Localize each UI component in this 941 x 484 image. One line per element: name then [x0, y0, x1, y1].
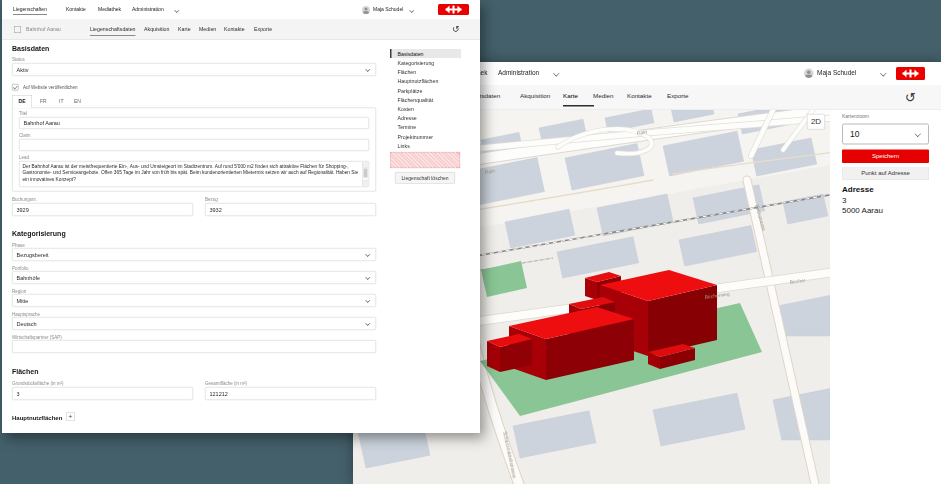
phase-select[interactable]: Bezugsbereit [12, 248, 376, 261]
section-heading-kategorisierung: Kategorisierung [12, 229, 66, 237]
textarea-scrollbar[interactable] [362, 162, 369, 187]
user-menu[interactable]: Maja Schudel [373, 6, 403, 12]
nav-administration[interactable]: Administration [132, 6, 164, 12]
adresse-line1: 3 [842, 196, 846, 205]
gesamtflaeche-label: Gesamtfläche (in m²) [205, 381, 247, 386]
chevron-down-icon [174, 8, 179, 13]
tab-medien[interactable]: Medien [199, 26, 216, 32]
kartenzoom-select[interactable]: 10 [842, 124, 929, 145]
liegenschaft-loeschen-button[interactable]: Liegenschaft löschen [395, 172, 455, 184]
menu-item-kategorisierung[interactable]: Kategorisierung [390, 58, 461, 67]
section-heading-basisdaten: Basisdaten [12, 44, 49, 52]
status-label: Status [12, 57, 25, 62]
nav-kontakte[interactable]: Kontakte [66, 6, 86, 12]
history-icon[interactable]: ↺ [452, 23, 460, 34]
phase-value: Bezugsbereit [17, 252, 49, 258]
lead-label: Lead [19, 155, 29, 160]
lang-tab-en[interactable]: EN [74, 98, 81, 104]
claim-label: Claim [19, 133, 31, 138]
menu-item-links[interactable]: Links [390, 141, 461, 150]
website-checkbox-label: Auf Website veröffentlichen [23, 85, 78, 90]
lead-text: Der Bahnhof Aarau ist der meistfrequenti… [23, 164, 361, 183]
liegenschaft-form-window: Liegenschaften Kontakte Mediathek Admini… [2, 0, 480, 433]
chevron-down-icon [915, 131, 921, 137]
entity-label: Bahnhof Aarau [26, 26, 61, 32]
lang-tab-it[interactable]: IT [59, 98, 63, 104]
punkt-auf-adresse-button[interactable]: Punkt auf Adresse [842, 167, 929, 181]
tab-karte[interactable]: Karte [178, 26, 191, 32]
grundstuecksflaeche-input[interactable] [12, 387, 193, 400]
form-tab-bar: Bahnhof Aarau Liegenschaftsdaten Akquisi… [2, 19, 480, 40]
hauptsprache-value: Deutsch [17, 321, 37, 327]
hauptnutzflaechen-label: Hauptnutzflächen [12, 414, 62, 421]
add-hauptnutzflaeche-button[interactable]: + [66, 412, 75, 421]
tab-liegenschaftsdaten[interactable]: Liegenschaftsdaten [90, 26, 136, 36]
menu-item-hauptnutzflaechen[interactable]: Hauptnutzflächen [390, 77, 461, 86]
menu-item-termine[interactable]: Termine [390, 123, 461, 132]
tab-medien[interactable]: Medien [593, 93, 614, 100]
nav-administration[interactable]: Administration [498, 69, 539, 77]
user-avatar [362, 6, 370, 14]
tab-exporte[interactable]: Exporte [254, 26, 272, 32]
hauptsprache-select[interactable]: Deutsch [12, 317, 376, 330]
history-icon[interactable]: ↺ [905, 90, 916, 106]
tab-exporte[interactable]: Exporte [667, 93, 689, 100]
menu-item-adresse[interactable]: Adresse [390, 113, 461, 122]
wirtschaftspartner-input[interactable] [12, 340, 376, 353]
tab-kontakte[interactable]: Kontakte [224, 26, 245, 32]
user-avatar [804, 69, 814, 79]
lang-tab-de[interactable]: DE [12, 95, 32, 108]
lead-textarea[interactable]: Der Bahnhof Aarau ist der meistfrequenti… [19, 161, 369, 187]
kartenzoom-label: Kartenzoom [842, 114, 869, 120]
menu-item-projektnummer[interactable]: Projektnummer [390, 132, 461, 141]
menu-item-basisdaten[interactable]: Basisdaten [390, 49, 461, 58]
tab-akquisition[interactable]: Akquisition [520, 93, 550, 100]
building-icon [14, 26, 21, 33]
sbb-logo [896, 67, 925, 80]
menu-item-kosten[interactable]: Kosten [390, 104, 461, 113]
chevron-down-icon [553, 70, 559, 76]
region-value: Mitte [17, 298, 29, 304]
section-heading-flaechen: Flächen [12, 367, 38, 375]
active-tab-underline [563, 105, 594, 107]
nav-liegenschaften[interactable]: Liegenschaften [13, 6, 47, 15]
sbb-logo [438, 4, 469, 15]
gesamtflaeche-input[interactable] [205, 387, 376, 400]
kartenzoom-value: 10 [850, 130, 859, 140]
website-checkbox[interactable] [12, 84, 19, 91]
speichern-button[interactable]: Speichern [842, 150, 929, 164]
adresse-line2: 5000 Aarau [842, 206, 883, 215]
buchungsnr-label: Buchungsnr. [12, 197, 37, 202]
map-2d-button[interactable]: 2D [807, 114, 825, 130]
menu-item-flaechen[interactable]: Flächen [390, 67, 461, 76]
nav-mediathek[interactable]: Mediathek [98, 6, 121, 12]
menu-item-parkplaetze[interactable]: Parkplätze [390, 86, 461, 95]
chevron-down-icon [880, 70, 886, 76]
titel-input[interactable] [19, 117, 369, 129]
status-select[interactable]: Aktiv [12, 63, 376, 76]
region-select[interactable]: Mitte [12, 294, 376, 307]
menu-item-flaechenqualitaet[interactable]: Flächenqualität [390, 95, 461, 104]
tab-akquisition[interactable]: Akquisition [144, 26, 169, 32]
bezug-label: Bezug [205, 197, 218, 202]
portfolio-value: Bahnhöfe [17, 275, 41, 281]
map-side-panel: Kartenzoom 10 Speichern Punkt auf Adress… [830, 110, 941, 484]
map-dropzone[interactable] [390, 152, 460, 168]
grundstuecksflaeche-label: Grundstücksfläche (in m²) [12, 381, 64, 386]
adresse-heading: Adresse [842, 185, 874, 194]
chevron-down-icon [409, 8, 414, 13]
user-menu[interactable]: Maja Schudel [817, 69, 856, 77]
buchungsnr-input[interactable] [12, 203, 193, 216]
bezug-input[interactable] [205, 203, 376, 216]
lang-tab-fr[interactable]: FR [40, 98, 47, 104]
tab-karte[interactable]: Karte [563, 93, 578, 100]
tab-kontakte[interactable]: Kontakte [627, 93, 652, 100]
portfolio-select[interactable]: Bahnhöfe [12, 271, 376, 284]
titel-label: Titel [19, 111, 27, 116]
status-value: Aktiv [17, 67, 29, 73]
claim-input[interactable] [19, 139, 369, 151]
